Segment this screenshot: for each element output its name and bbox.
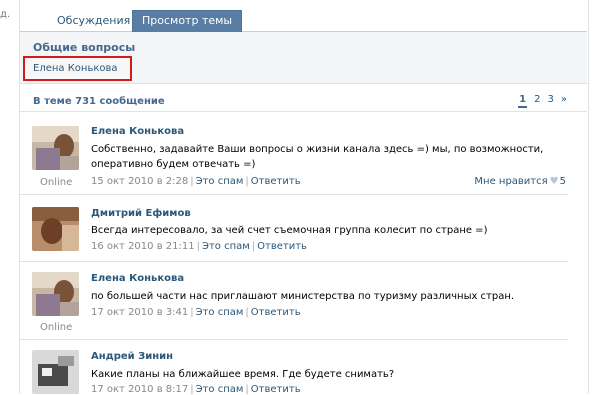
pagination: 1 2 3 » — [511, 94, 567, 108]
left-edge-text: д. — [0, 9, 11, 20]
page-1[interactable]: 1 — [518, 94, 528, 108]
post-text: Собственно, задавайте Ваши вопросы о жиз… — [91, 144, 544, 170]
topic-header: Общие вопросы Елена Конькова — [20, 32, 587, 84]
reply-link[interactable]: Ответить — [251, 307, 301, 318]
post-meta: 17 окт 2010 в 8:17 | Это спам | Ответить — [91, 384, 301, 395]
post-author[interactable]: Елена Конькова — [91, 126, 184, 137]
heart-icon: ♥ — [549, 176, 559, 187]
page-next[interactable]: » — [561, 94, 567, 105]
tab-topic-view[interactable]: Просмотр темы — [132, 10, 243, 32]
avatar[interactable] — [32, 207, 79, 251]
avatar[interactable] — [32, 126, 79, 170]
like-count: 5 — [559, 176, 566, 187]
online-status: Online — [40, 177, 73, 188]
post-meta: 15 окт 2010 в 2:28 | Это спам | Ответить — [91, 176, 301, 187]
post-meta: 17 окт 2010 в 3:41 | Это спам | Ответить — [91, 307, 301, 318]
reply-link[interactable]: Ответить — [251, 384, 301, 395]
tabs-bar: Обсуждения Просмотр темы — [20, 0, 587, 32]
page-3[interactable]: 3 — [548, 94, 554, 105]
tab-discussions[interactable]: Обсуждения — [48, 11, 139, 31]
post-4: Андрей Зинин Какие планы на ближайшее вр… — [20, 340, 568, 395]
message-count-bar: В теме 731 сообщение 1 2 3 » — [20, 92, 587, 112]
post-1: Online Елена Конькова Собственно, задава… — [20, 118, 568, 195]
post-3: Online Елена Конькова по большей части н… — [20, 262, 568, 340]
topic-title: Общие вопросы — [33, 41, 136, 54]
spam-link[interactable]: Это спам — [202, 241, 250, 252]
page-2[interactable]: 2 — [534, 94, 540, 105]
left-edge: д. — [0, 0, 14, 394]
post-date: 17 окт 2010 в 8:17 — [91, 384, 189, 395]
post-author[interactable]: Дмитрий Ефимов — [91, 208, 191, 219]
like-label: Мне нравится — [474, 176, 548, 187]
post-author[interactable]: Елена Конькова — [91, 273, 184, 284]
topic-author-highlight: Елена Конькова — [23, 56, 132, 81]
post-text: Какие планы на ближайшее время. Где буде… — [91, 369, 395, 380]
post-text: по большей части нас приглашают министер… — [91, 291, 515, 302]
spam-link[interactable]: Это спам — [196, 307, 244, 318]
spam-link[interactable]: Это спам — [196, 384, 244, 395]
post-2: Дмитрий Ефимов Всегда интересовало, за ч… — [20, 195, 568, 262]
post-author[interactable]: Андрей Зинин — [91, 351, 173, 362]
post-date: 16 окт 2010 в 21:11 — [91, 241, 195, 252]
post-date: 17 окт 2010 в 3:41 — [91, 307, 189, 318]
avatar[interactable] — [32, 350, 79, 394]
spam-link[interactable]: Это спам — [196, 176, 244, 187]
reply-link[interactable]: Ответить — [257, 241, 307, 252]
post-meta: 16 окт 2010 в 21:11 | Это спам | Ответить — [91, 241, 307, 252]
post-date: 15 окт 2010 в 2:28 — [91, 176, 189, 187]
like-button[interactable]: Мне нравится ♥5 — [474, 176, 566, 187]
online-status: Online — [40, 322, 73, 333]
topic-author-link[interactable]: Елена Конькова — [33, 63, 118, 74]
post-text: Всегда интересовало, за чей счет съемочн… — [91, 225, 488, 236]
message-count: В теме 731 сообщение — [33, 96, 165, 107]
reply-link[interactable]: Ответить — [251, 176, 301, 187]
avatar[interactable] — [32, 272, 79, 316]
